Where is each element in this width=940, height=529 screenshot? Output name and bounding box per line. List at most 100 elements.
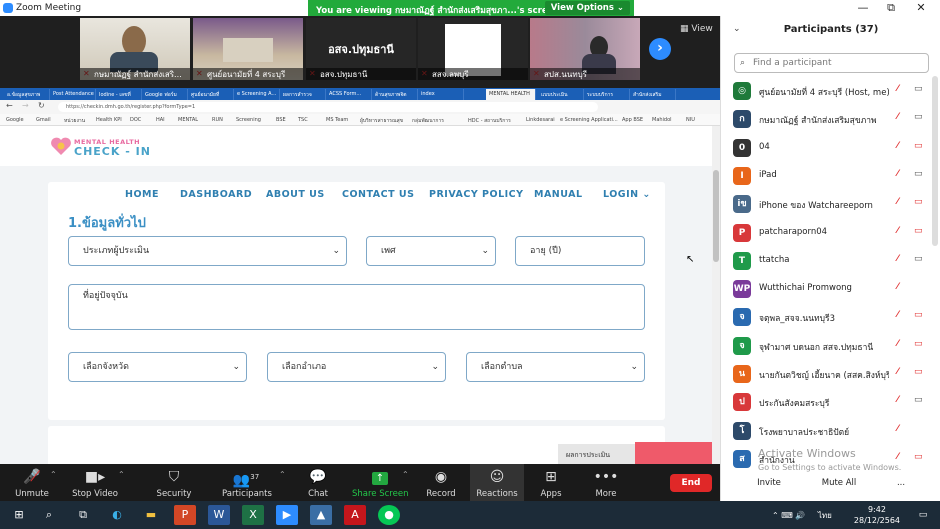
participant-row[interactable]: โ โรงพยาบาลประชาธิปัตย์ ⁄: [721, 418, 933, 446]
unmute-button[interactable]: 🎤̸ Unmute: [10, 464, 54, 501]
bookmark[interactable]: ผู้บริหารสาธารณสุข: [360, 117, 403, 125]
bookmark[interactable]: TSC: [298, 117, 308, 123]
bookmark[interactable]: หน่วยงาน: [64, 117, 85, 125]
browser-tab-active[interactable]: MENTAL HEALTH: [486, 89, 536, 100]
windows-start-icon[interactable]: ⊞: [8, 505, 30, 525]
participant-row[interactable]: WP Wutthichai Promwong ⁄: [721, 276, 933, 304]
browser-tab[interactable]: Iodine - เลขที่: [96, 89, 142, 100]
excel-icon[interactable]: X: [242, 505, 264, 525]
video-thumbnail[interactable]: ✕ สสจ.ลพบุรี: [418, 18, 528, 80]
nav-login[interactable]: LOGIN ⌄: [603, 189, 651, 200]
next-page-chevron-icon[interactable]: ›: [649, 38, 671, 60]
bookmark[interactable]: Mahidol: [652, 117, 672, 123]
bookmark[interactable]: MENTAL: [178, 117, 198, 123]
bookmark[interactable]: Gmail: [36, 117, 51, 123]
record-button[interactable]: ◉ Record: [420, 464, 462, 501]
participants-button[interactable]: 👥37 Participants: [222, 464, 272, 501]
bookmark[interactable]: MS Team: [326, 117, 348, 123]
participant-row[interactable]: ◎ ศูนย์อนามัยที่ 4 สระบุรี (Host, me) ⁄ ▭: [721, 78, 933, 106]
mute-all-button[interactable]: Mute All: [813, 475, 865, 493]
participant-row[interactable]: ป ประกันสังคมสระบุรี ⁄ ▭: [721, 389, 933, 417]
close-button[interactable]: ✕: [906, 0, 936, 16]
page-scrollbar-thumb[interactable]: [713, 170, 719, 262]
browser-tab[interactable]: Google ฟอร์ม: [142, 89, 188, 100]
panel-more-button[interactable]: ...: [891, 475, 911, 493]
results-button[interactable]: ผลการประเมิน: [558, 444, 638, 464]
participant-row[interactable]: Ppatcharaporn04 ⁄ ▭: [721, 220, 933, 248]
bookmark[interactable]: App BSE: [622, 117, 643, 123]
browser-tab[interactable]: อ.ข้อมูลสุขภาพ: [4, 89, 50, 100]
floating-action-button[interactable]: [635, 442, 715, 464]
back-icon[interactable]: ←: [6, 101, 13, 110]
participants-scrollbar[interactable]: [932, 76, 938, 246]
photos-icon[interactable]: ▲: [310, 505, 332, 525]
participant-row[interactable]: จ จุฬามาศ บดนอก สสจ.ปทุมธานี ⁄ ▭: [721, 333, 933, 361]
bookmark[interactable]: HDC - สถานบริการ: [468, 117, 511, 125]
view-button[interactable]: ▦ View: [680, 24, 713, 34]
maximize-button[interactable]: ⧉: [876, 0, 906, 16]
share-options-caret-icon[interactable]: ⌃: [402, 470, 409, 479]
participant-row[interactable]: iข iPhone ของ Watchareeporn ⁄ ▭: [721, 191, 933, 219]
url-field[interactable]: https://checkin.dmh.go.th/register.php?f…: [58, 102, 598, 112]
browser-tab[interactable]: ด้านสุขภาพจิต: [372, 89, 418, 100]
zoom-taskbar-icon[interactable]: ▶: [276, 505, 298, 525]
chat-button[interactable]: 💬 Chat: [298, 464, 338, 501]
participant-row[interactable]: จ จตุพล_สจจ.นนทบุรี3 ⁄ ▭: [721, 304, 933, 332]
stop-video-button[interactable]: ■▸ Stop Video: [70, 464, 120, 501]
powerpoint-icon[interactable]: P: [174, 505, 196, 525]
province-select[interactable]: เลือกจังหวัด ⌄: [68, 352, 247, 382]
bookmark[interactable]: Linkdesarai: [526, 117, 555, 123]
reactions-button[interactable]: ☺ Reactions: [472, 464, 522, 501]
age-input[interactable]: อายุ (ปี): [515, 236, 645, 266]
browser-tab[interactable]: สำนักส่งเสริม: [630, 89, 676, 100]
participant-row[interactable]: Tttatcha ⁄ ▭: [721, 248, 933, 276]
browser-tab[interactable]: แบบประเมิน: [538, 89, 584, 100]
bookmark[interactable]: HAI: [156, 117, 165, 123]
district-select[interactable]: เลือกอำเภอ ⌄: [267, 352, 446, 382]
edge-browser-icon[interactable]: ◐: [106, 505, 128, 525]
browser-tab[interactable]: ศูนย์อนามัยที่: [188, 89, 234, 100]
system-tray[interactable]: ⌃ ⌨ 🔊 ไทย: [772, 509, 832, 522]
view-options-button[interactable]: View Options ⌄: [544, 1, 630, 15]
address-textarea[interactable]: ที่อยู่ปัจจุบัน: [68, 284, 645, 330]
participant-row[interactable]: ก กษมาณัฏฐ์ สำนักส่งเสริมสุขภาพ ⁄ ▭: [721, 106, 933, 134]
nav-manual[interactable]: MANUAL: [534, 189, 583, 200]
gender-select[interactable]: เพศ ⌄: [366, 236, 496, 266]
participant-search-input[interactable]: ⌕ Find a participant: [734, 53, 929, 73]
bookmark[interactable]: RUN: [212, 117, 223, 123]
task-view-icon[interactable]: ⧉: [72, 505, 94, 525]
more-button[interactable]: ••• More: [586, 464, 626, 501]
browser-tab[interactable]: index: [418, 89, 464, 100]
nav-about-us[interactable]: ABOUT US: [266, 189, 325, 200]
nav-contact-us[interactable]: CONTACT US: [342, 189, 414, 200]
forward-icon[interactable]: →: [22, 101, 29, 110]
participants-caret-icon[interactable]: ⌃: [279, 470, 286, 479]
bookmark[interactable]: DOC: [130, 117, 141, 123]
pdf-reader-icon[interactable]: A: [344, 505, 366, 525]
browser-tab[interactable]: ระบบบริการ: [584, 89, 630, 100]
invite-button[interactable]: Invite: [749, 475, 789, 493]
nav-privacy-policy[interactable]: PRIVACY POLICY: [429, 189, 524, 200]
video-thumbnail[interactable]: ✕ ศูนย์อนามัยที่ 4 สระบุรี: [193, 18, 303, 80]
search-icon[interactable]: ⌕: [38, 505, 60, 525]
browser-tab[interactable]: ACSS Form...: [326, 89, 372, 100]
word-icon[interactable]: W: [208, 505, 230, 525]
notifications-icon[interactable]: ▭: [912, 505, 934, 525]
video-options-caret-icon[interactable]: ⌃: [118, 470, 125, 479]
audio-options-caret-icon[interactable]: ⌃: [50, 470, 57, 479]
file-explorer-icon[interactable]: ▬: [140, 505, 162, 525]
participant-row[interactable]: น นายกันตวิชญ์ เอี้ยนาค (สสค.สิงห์บุรี) ⁄ ▭: [721, 361, 933, 389]
bookmark[interactable]: Health KPI: [96, 117, 122, 123]
share-screen-button[interactable]: ↑ Share Screen: [352, 464, 408, 501]
line-app-icon[interactable]: ●: [378, 505, 400, 525]
subdistrict-select[interactable]: เลือกตำบล ⌄: [466, 352, 645, 382]
nav-dashboard[interactable]: DASHBOARD: [180, 189, 252, 200]
apps-button[interactable]: ⊞ Apps: [532, 464, 570, 501]
nav-home[interactable]: HOME: [125, 189, 159, 200]
bookmark[interactable]: BSE: [276, 117, 286, 123]
bookmark[interactable]: e Screening Applicati...: [560, 117, 618, 123]
browser-tab[interactable]: e Screening A...: [234, 89, 280, 100]
bookmark[interactable]: NIU: [686, 117, 695, 123]
browser-tab[interactable]: ผลการสำรวจ: [280, 89, 326, 100]
participant-row[interactable]: IiPad ⁄ ▭: [721, 163, 933, 191]
